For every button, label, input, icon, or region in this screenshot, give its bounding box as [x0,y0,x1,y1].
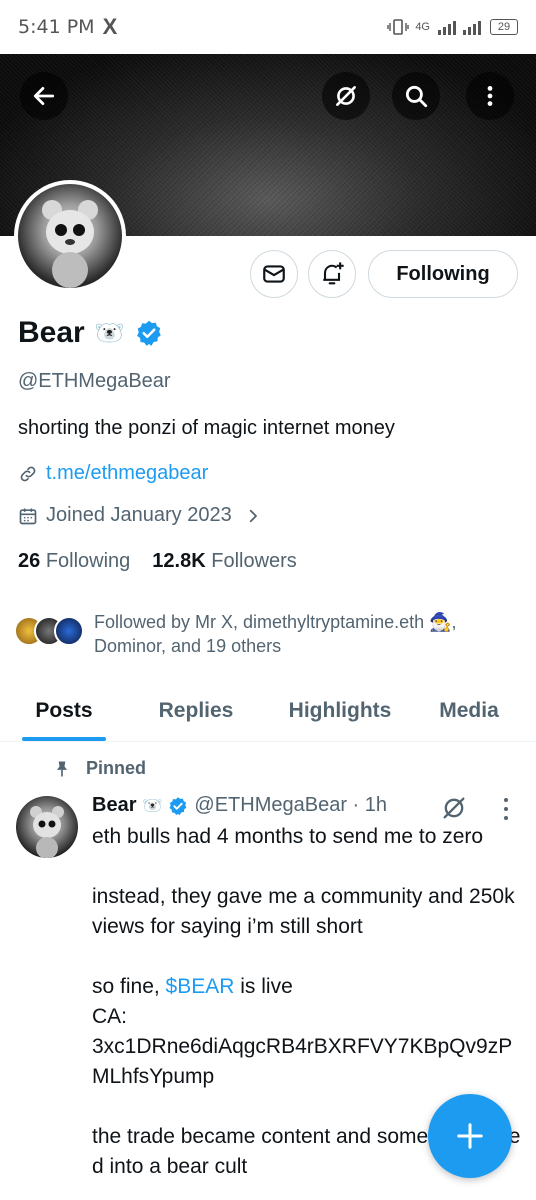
status-indicators: 4G 29 [387,18,518,36]
bear-figure-icon [30,806,64,858]
search-button[interactable] [392,72,440,120]
arrow-left-icon [33,87,55,105]
bear-figure-icon [42,200,98,288]
compose-button[interactable] [428,1094,512,1178]
followed-by-row[interactable]: Followed by Mr X, dimethyltryptamine.eth… [14,610,457,658]
profile-handle: @ETHMegaBear [18,370,171,392]
follower-avatars [14,616,84,646]
search-icon [405,85,428,108]
profile-link[interactable]: t.me/ethmegabear [46,462,208,485]
name-emoji: 🐻‍❄️ [94,319,125,347]
followed-by-text: Followed by Mr X, dimethyltryptamine.eth… [94,610,457,658]
grok-button[interactable] [322,72,370,120]
post-header: Bear 🐻‍❄️ @ETHMegaBear · 1h [92,794,387,817]
bell-plus-icon [323,262,344,285]
notifications-button[interactable] [308,250,356,298]
post-handle-time: @ETHMegaBear · 1h [194,794,388,816]
pinned-indicator: Pinned [52,758,146,779]
chevron-right-icon [249,509,257,522]
joined-date: Joined January 2023 [46,504,232,526]
more-button[interactable] [466,72,514,120]
signal-icon [438,21,481,35]
followed-by-line-1: Followed by Mr X, dimethyltryptamine.eth… [94,612,457,632]
post-author[interactable]: Bear [92,794,136,817]
tab-posts[interactable]: Posts [22,680,106,741]
profile-link-row: t.me/ethmegabear [18,462,208,485]
profile-tabs: Posts Replies Highlights Media [0,680,536,742]
tab-highlights[interactable]: Highlights [278,680,402,741]
battery-icon: 29 [490,19,518,35]
envelope-icon [263,265,285,283]
pin-icon [57,761,67,776]
following-count: 26 [18,550,41,572]
following-label: Following [45,550,131,572]
x-app-icon: X [102,14,118,39]
post-cashtag-link[interactable]: $BEAR [166,975,235,998]
follow-stats: 26 Following 12.8K Followers [18,550,297,573]
following-stat[interactable]: 26 Following [18,550,130,573]
followers-count: 12.8K [152,550,206,572]
tab-replies[interactable]: Replies [151,680,241,741]
verified-badge-icon [136,320,161,346]
more-vertical-icon [487,86,493,106]
following-button[interactable]: Following [368,250,518,298]
followed-by-line-2: Dominor, and 19 others [94,636,282,656]
profile-bio: shorting the ponzi of magic internet mon… [18,417,395,439]
network-type: 4G [415,21,430,33]
grok-icon [443,797,465,819]
calendar-icon [19,508,37,524]
followers-stat[interactable]: 12.8K Followers [152,550,297,573]
message-button[interactable] [250,250,298,298]
more-vertical-icon [504,798,508,820]
verified-badge-icon [169,796,187,815]
plus-icon [457,1123,483,1149]
post-avatar[interactable] [16,796,78,858]
link-icon [20,466,36,481]
post-more-button[interactable] [496,796,516,822]
post-author-emoji: 🐻‍❄️ [142,797,163,815]
follower-avatar [54,616,84,646]
joined-row[interactable]: Joined January 2023 [18,504,262,527]
grok-icon [336,86,356,106]
status-time: 5:41 PM [18,16,95,38]
pinned-label: Pinned [86,758,147,778]
profile-avatar[interactable] [14,180,126,292]
vibrate-icon [387,19,410,35]
followers-label: Followers [211,550,297,572]
avatar-image [18,184,122,288]
display-name: Bear [18,316,85,349]
status-bar: 5:41 PM X 4G 29 [0,0,536,54]
profile-name-row: Bear 🐻‍❄️ [18,316,163,350]
tab-media[interactable]: Media [432,680,506,741]
post-text-part-1: eth bulls had 4 months to send me to zer… [92,825,515,998]
back-button[interactable] [20,72,68,120]
